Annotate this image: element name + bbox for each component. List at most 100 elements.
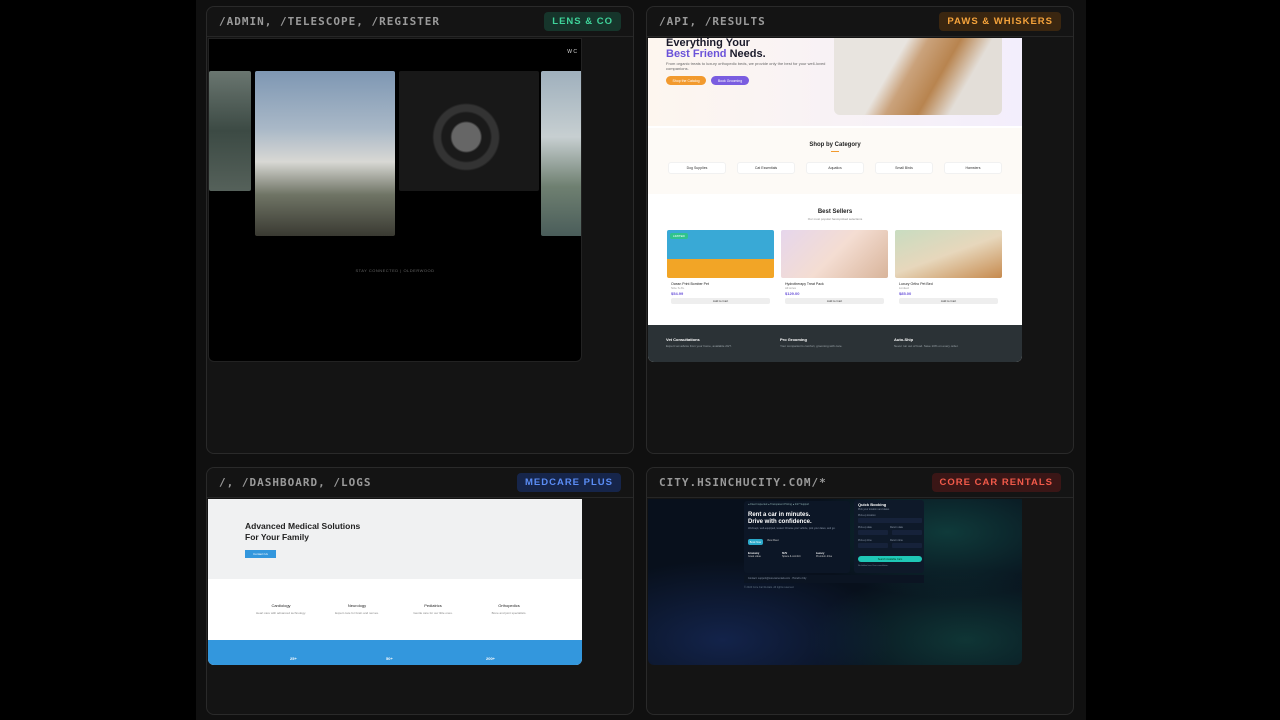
stat-value: 25+ bbox=[290, 656, 297, 661]
route-label: /, /DASHBOARD, /LOGS bbox=[219, 476, 372, 489]
footer-col: Auto-Ship Never run out of food. Save 10… bbox=[894, 337, 959, 348]
add-to-cart-button[interactable]: Add to Cart bbox=[899, 298, 998, 304]
card-header: /, /DASHBOARD, /LOGS MEDCARE PLUS bbox=[207, 468, 633, 498]
field-label: Return time bbox=[890, 539, 903, 542]
booking-subtitle: Pick your location and dates bbox=[858, 508, 890, 511]
feature-pills: ● Fleet Inspected ● Transparent Pricing … bbox=[748, 503, 810, 506]
product-price: $54.99 bbox=[671, 291, 684, 296]
bestsellers-subtitle: Our most popular hand-picked selections bbox=[807, 217, 863, 221]
product-image: LIMITED bbox=[667, 230, 774, 278]
product-price: $85.00 bbox=[899, 291, 912, 296]
footer-col: Pro Grooming Your companion's comfort, g… bbox=[780, 337, 843, 348]
title-underline bbox=[831, 151, 839, 152]
return-time-field[interactable] bbox=[892, 543, 922, 548]
tier-item: SUV Space & comfort bbox=[782, 552, 801, 558]
view-fleet-button[interactable]: View Fleet bbox=[767, 539, 779, 542]
route-card-car-rentals[interactable]: CITY.HSINCHUCITY.COM/* CORE CAR RENTALS … bbox=[646, 467, 1074, 715]
field-label: Pick-up location bbox=[858, 514, 876, 517]
search-cars-button[interactable]: Search Available Cars bbox=[858, 556, 922, 562]
site-tag: CORE CAR RENTALS bbox=[931, 473, 1061, 492]
hero-dog-image bbox=[834, 38, 1002, 115]
stat-value: 200+ bbox=[486, 656, 496, 661]
category-item[interactable]: Hamsters bbox=[944, 162, 1002, 174]
product-card[interactable]: Luxury Ortho Pet Bed Limited $85.00 Add … bbox=[895, 230, 1002, 306]
return-date-field[interactable] bbox=[892, 530, 922, 535]
footer-col: Vet Consultations Expert vet advice from… bbox=[666, 337, 732, 348]
route-card-medcare[interactable]: /, /DASHBOARD, /LOGS MEDCARE PLUS Advanc… bbox=[206, 467, 634, 715]
booking-note: No hidden fees. Free cancellation. bbox=[858, 565, 889, 567]
gallery-photo-camera bbox=[399, 71, 539, 191]
service-item: Orthopedics Bone and joint specialists. bbox=[491, 603, 527, 615]
route-label: /ADMIN, /TELESCOPE, /REGISTER bbox=[219, 15, 441, 28]
site-footer: Vet Consultations Expert vet advice from… bbox=[648, 325, 1022, 362]
corner-text: W C bbox=[567, 49, 577, 55]
booking-title: Quick Booking bbox=[858, 502, 887, 507]
category-title: Shop by Category bbox=[809, 142, 861, 148]
product-badge: LIMITED bbox=[670, 233, 688, 239]
site-tag: MEDCARE PLUS bbox=[516, 473, 621, 492]
category-item[interactable]: Dog Supplies bbox=[668, 162, 726, 174]
gallery-photo bbox=[255, 71, 395, 236]
hero-panel: ● Fleet Inspected ● Transparent Pricing … bbox=[744, 501, 850, 573]
route-label: /API, /RESULTS bbox=[659, 15, 766, 28]
hero-title: Rent a car in minutes. Drive with confid… bbox=[748, 512, 812, 525]
copyright-text: © 2024 Core Car Rentals. All rights rese… bbox=[744, 586, 795, 589]
field-label: Return date bbox=[890, 526, 904, 529]
location-field[interactable] bbox=[858, 518, 922, 523]
category-section bbox=[648, 128, 1022, 194]
card-header: /API, /RESULTS PAWS & WHISKERS bbox=[647, 7, 1073, 37]
stat-value: 50+ bbox=[386, 656, 393, 661]
category-item[interactable]: Small Birds bbox=[875, 162, 933, 174]
hero-title: Advanced Medical Solutions For Your Fami… bbox=[245, 521, 361, 542]
service-item: Cardiology Heart care with advanced tech… bbox=[256, 603, 306, 615]
category-item[interactable]: Aquatics bbox=[806, 162, 864, 174]
pickup-date-field[interactable] bbox=[858, 530, 888, 535]
product-card[interactable]: Hydrotherapy Treat Pack All sizes $129.0… bbox=[781, 230, 888, 306]
add-to-cart-button[interactable]: Add to Cart bbox=[671, 298, 770, 304]
field-label: Pick-up time bbox=[858, 539, 872, 542]
service-item: Neurology Expert care for brain and nerv… bbox=[335, 603, 379, 615]
pickup-time-field[interactable] bbox=[858, 543, 888, 548]
footer-text: STAY CONNECTED | OLDERWOOD bbox=[355, 268, 435, 273]
add-to-cart-button[interactable]: Add to Cart bbox=[785, 298, 884, 304]
hero-highlight: Best Friend bbox=[666, 48, 727, 60]
hero-subtitle: Well-kept, well-equipped, tested. Choose… bbox=[748, 527, 836, 530]
tier-item: Luxury Premium drive bbox=[816, 552, 833, 558]
product-meta: Limited bbox=[899, 286, 909, 290]
site-screenshot[interactable]: Everything Your Best Friend Needs. From … bbox=[648, 38, 1022, 362]
site-screenshot[interactable]: Advanced Medical Solutions For Your Fami… bbox=[208, 499, 582, 665]
route-card-lens[interactable]: /ADMIN, /TELESCOPE, /REGISTER LENS & CO … bbox=[206, 6, 634, 454]
field-label: Pick-up date bbox=[858, 526, 872, 529]
booking-panel: Quick Booking Pick your location and dat… bbox=[854, 500, 924, 573]
service-item: Pediatrics Gentle care for our little on… bbox=[413, 603, 453, 615]
tier-item: Economy Great value bbox=[748, 552, 761, 558]
shop-button[interactable]: Shop the Catalog bbox=[666, 76, 706, 85]
product-meta: Size S-XL bbox=[671, 286, 685, 290]
category-item[interactable]: Cat Essentials bbox=[737, 162, 795, 174]
product-price: $129.00 bbox=[785, 291, 800, 296]
book-now-button[interactable]: Book Now bbox=[748, 539, 763, 545]
gallery-photo bbox=[541, 71, 581, 236]
hero-title: Everything Your Best Friend Needs. bbox=[666, 38, 766, 60]
product-image bbox=[895, 230, 1002, 278]
site-tag: PAWS & WHISKERS bbox=[939, 12, 1061, 31]
site-screenshot[interactable]: ● Fleet Inspected ● Transparent Pricing … bbox=[648, 499, 1022, 665]
site-tag: LENS & CO bbox=[544, 12, 621, 31]
contact-button[interactable]: Contact Us bbox=[245, 550, 276, 558]
contact-bar: Contact: support@corecarrentals.com · Hs… bbox=[744, 575, 924, 583]
product-image bbox=[781, 230, 888, 278]
bestsellers-title: Best Sellers bbox=[817, 209, 853, 215]
product-card[interactable]: LIMITED Ocean Print Bomber Pet Size S-XL… bbox=[667, 230, 774, 306]
dashboard-stage: /ADMIN, /TELESCOPE, /REGISTER LENS & CO … bbox=[196, 0, 1086, 720]
card-header: /ADMIN, /TELESCOPE, /REGISTER LENS & CO bbox=[207, 7, 633, 37]
hero-subtitle: From organic treats to luxury orthopedic… bbox=[666, 61, 826, 71]
card-header: CITY.HSINCHUCITY.COM/* CORE CAR RENTALS bbox=[647, 468, 1073, 498]
product-meta: All sizes bbox=[785, 286, 797, 290]
category-list: Dog Supplies Cat Essentials Aquatics Sma… bbox=[668, 162, 1002, 174]
site-screenshot[interactable]: W C STAY CONNECTED | OLDERWOOD bbox=[208, 38, 582, 362]
route-card-paws[interactable]: /API, /RESULTS PAWS & WHISKERS Everythin… bbox=[646, 6, 1074, 454]
grooming-button[interactable]: Book Grooming bbox=[711, 76, 749, 85]
route-label: CITY.HSINCHUCITY.COM/* bbox=[659, 476, 827, 489]
stats-strip bbox=[208, 640, 582, 665]
gallery-photo bbox=[209, 71, 251, 191]
